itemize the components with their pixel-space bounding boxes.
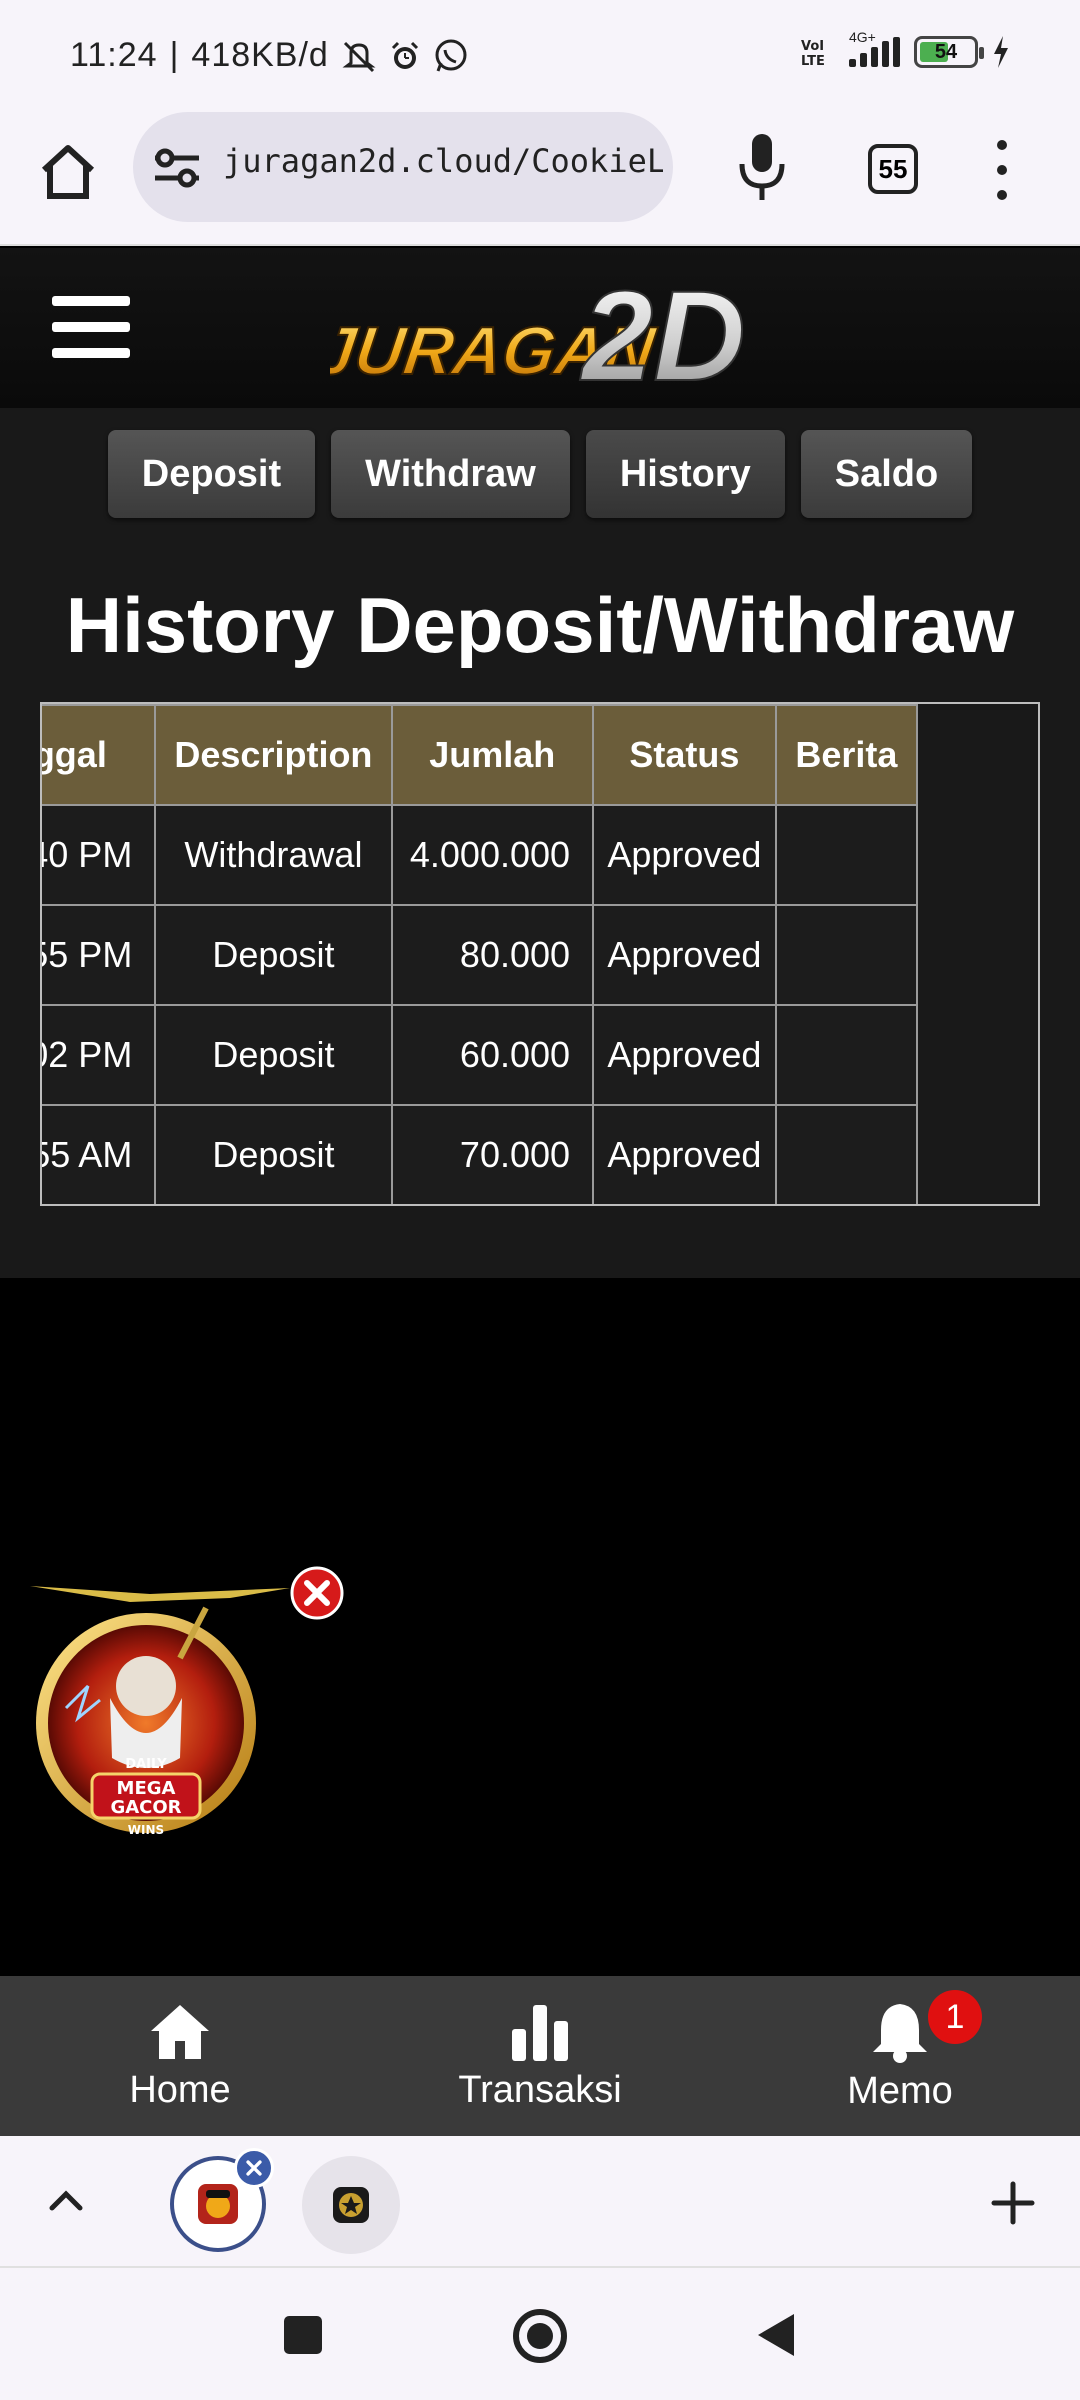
cell-tanggal: 09:55 PM xyxy=(42,904,157,1006)
url-text[interactable]: juragan2d.cloud/CookieL xyxy=(223,142,663,180)
content-area: Deposit Withdraw History Saldo History D… xyxy=(0,408,1080,1278)
nav-deposit-button[interactable]: Deposit xyxy=(107,430,316,518)
cell-berita xyxy=(774,904,919,1006)
battery-icon: 54 xyxy=(914,36,984,68)
whatsapp-icon xyxy=(435,39,467,72)
close-icon[interactable] xyxy=(290,1566,344,1620)
bottom-nav-memo[interactable]: Memo 1 xyxy=(720,1976,1080,2136)
status-bar: 11:24 | 418KB/d VoI LTE 4G+ 54 xyxy=(0,0,1080,112)
nav-history-button[interactable]: History xyxy=(585,430,785,518)
system-navigation-bar xyxy=(0,2268,1080,2400)
promo-wins-text: WINS xyxy=(128,1823,164,1837)
close-tab-icon[interactable] xyxy=(234,2148,274,2188)
browser-tab-strip xyxy=(0,2136,1080,2268)
table-row: 03:02 PM Deposit 60.000 Approved xyxy=(42,1004,919,1106)
page-title: History Deposit/Withdraw xyxy=(65,581,1015,669)
cell-status: Approved xyxy=(592,804,777,906)
mic-icon[interactable] xyxy=(730,130,794,204)
column-header-status: Status xyxy=(592,704,777,806)
cell-description: Deposit xyxy=(154,1004,393,1106)
mute-icon xyxy=(342,41,376,72)
table-row: 10:40 PM Withdrawal 4.000.000 Approved xyxy=(42,804,919,906)
bottom-nav-home[interactable]: Home xyxy=(0,1976,360,2136)
home-icon xyxy=(151,2004,209,2059)
bell-icon xyxy=(873,2003,927,2063)
cell-berita xyxy=(774,1104,919,1204)
net-speed: 418KB/d xyxy=(191,36,329,74)
cell-berita xyxy=(774,804,919,906)
home-circle-icon[interactable] xyxy=(512,2308,568,2364)
status-left: 11:24 | 418KB/d xyxy=(70,36,469,75)
history-table-scroll[interactable]: Tanggal Description Jumlah Status Berita… xyxy=(40,702,1040,1206)
tabs-button[interactable]: 55 xyxy=(868,144,918,194)
cell-berita xyxy=(774,1004,919,1106)
cell-status: Approved xyxy=(592,1104,777,1204)
site-settings-icon[interactable] xyxy=(151,146,203,190)
column-header-tanggal: Tanggal xyxy=(42,704,157,806)
nav-withdraw-button[interactable]: Withdraw xyxy=(331,430,570,518)
table-header-row: Tanggal Description Jumlah Status Berita xyxy=(42,704,919,806)
cell-description: Deposit xyxy=(154,1104,393,1204)
nav-saldo-button[interactable]: Saldo xyxy=(800,430,973,518)
table-row: 10:55 AM Deposit 70.000 Approved xyxy=(42,1104,919,1204)
more-icon[interactable] xyxy=(990,140,1014,200)
promo-mega-text: MEGA xyxy=(117,1778,176,1799)
new-tab-plus-icon[interactable] xyxy=(990,2180,1036,2226)
status-right: VoI LTE 4G+ 54 xyxy=(801,29,1010,68)
site-logo[interactable]: JURAGAN 2D xyxy=(330,262,750,392)
bottom-nav-transaksi[interactable]: Transaksi xyxy=(360,1976,720,2136)
history-table: Tanggal Description Jumlah Status Berita… xyxy=(42,704,919,1204)
cell-tanggal: 10:40 PM xyxy=(42,804,157,906)
address-bar[interactable]: juragan2d.cloud/CookieL xyxy=(133,112,673,222)
site-favicon-icon xyxy=(198,2184,238,2224)
site-header: JURAGAN 2D xyxy=(0,248,1080,408)
recents-square-icon[interactable] xyxy=(284,2316,322,2354)
cell-description: Withdrawal xyxy=(154,804,393,906)
hamburger-menu-icon[interactable] xyxy=(52,296,130,358)
alarm-icon xyxy=(391,41,418,69)
status-time: 11:24 xyxy=(70,36,158,74)
memo-count-badge: 1 xyxy=(928,1990,982,2044)
charging-icon xyxy=(994,36,1008,68)
svg-text:VoI: VoI xyxy=(801,39,824,54)
bar-chart-icon xyxy=(512,2004,568,2061)
empty-content-area: DAILY MEGA GACOR WINS xyxy=(0,1278,1080,1976)
cell-jumlah: 70.000 xyxy=(390,1104,595,1204)
bottom-nav-transaksi-label: Transaksi xyxy=(458,2068,622,2111)
bottom-nav-memo-label: Memo xyxy=(847,2069,953,2112)
column-header-jumlah: Jumlah xyxy=(390,704,595,806)
cell-status: Approved xyxy=(592,1004,777,1106)
chevron-up-icon[interactable] xyxy=(46,2180,86,2220)
site-bottom-nav: Home Transaksi Memo 1 xyxy=(0,1976,1080,2136)
svg-text:2D: 2D xyxy=(580,265,746,392)
svg-text:LTE: LTE xyxy=(801,54,825,67)
bottom-nav-home-label: Home xyxy=(129,2068,231,2111)
table-row: 09:55 PM Deposit 80.000 Approved xyxy=(42,904,919,1006)
promo-gacor-text: GACOR xyxy=(110,1797,181,1818)
site-favicon-icon xyxy=(333,2187,369,2223)
volte-icon: VoILTE xyxy=(801,39,825,67)
column-header-description: Description xyxy=(154,704,393,806)
cell-jumlah: 80.000 xyxy=(390,904,595,1006)
signal-icon: 4G+ xyxy=(849,29,900,67)
cell-tanggal: 10:55 AM xyxy=(42,1104,157,1204)
back-triangle-icon[interactable] xyxy=(752,2310,798,2360)
cell-tanggal: 03:02 PM xyxy=(42,1004,157,1106)
cell-description: Deposit xyxy=(154,904,393,1006)
tab-secondary[interactable] xyxy=(302,2156,400,2254)
cell-status: Approved xyxy=(592,904,777,1006)
home-icon[interactable] xyxy=(36,140,100,204)
account-nav: Deposit Withdraw History Saldo xyxy=(0,430,1080,518)
cell-jumlah: 4.000.000 xyxy=(390,804,595,906)
column-header-berita: Berita xyxy=(774,704,919,806)
browser-toolbar: juragan2d.cloud/CookieL 55 xyxy=(0,112,1080,246)
promo-daily-text: DAILY xyxy=(125,1757,167,1772)
cell-jumlah: 60.000 xyxy=(390,1004,595,1106)
